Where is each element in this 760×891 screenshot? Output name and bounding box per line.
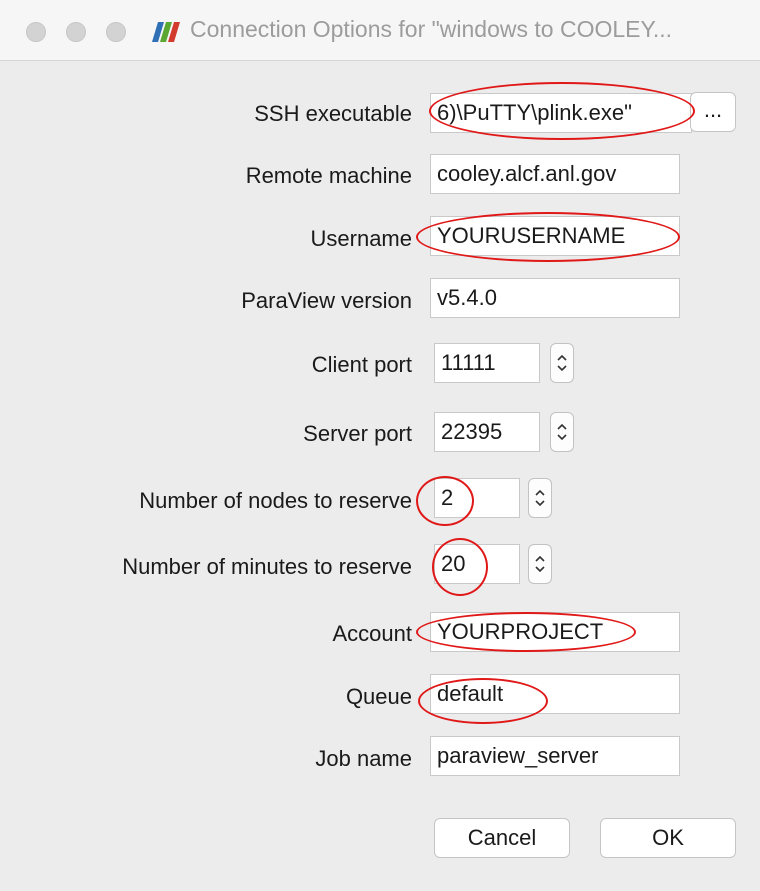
annotation-circle-minutes: [432, 538, 488, 596]
title-bar: Connection Options for "windows to COOLE…: [0, 0, 760, 61]
server-port-stepper[interactable]: [550, 412, 574, 452]
browse-ssh-button[interactable]: ...: [690, 92, 736, 132]
nodes-label: Number of nodes to reserve: [139, 488, 412, 513]
job-name-label: Job name: [315, 746, 412, 771]
ok-button[interactable]: OK: [600, 818, 736, 858]
minutes-stepper[interactable]: [528, 544, 552, 584]
annotation-circle-nodes: [416, 476, 474, 526]
client-port-stepper[interactable]: [550, 343, 574, 383]
client-port-label: Client port: [311, 352, 412, 377]
ssh-executable-label: SSH executable: [254, 101, 412, 126]
close-window-button[interactable]: [26, 22, 46, 42]
stepper-arrows-icon: [557, 423, 567, 441]
paraview-version-field[interactable]: v5.4.0: [430, 278, 680, 318]
job-name-field[interactable]: paraview_server: [430, 736, 680, 776]
cancel-button[interactable]: Cancel: [434, 818, 570, 858]
nodes-stepper[interactable]: [528, 478, 552, 518]
account-label: Account: [332, 621, 413, 646]
stepper-arrows-icon: [535, 489, 545, 507]
username-label: Username: [310, 226, 412, 251]
remote-machine-field[interactable]: cooley.alcf.anl.gov: [430, 154, 680, 194]
stepper-arrows-icon: [535, 555, 545, 573]
client-port-field[interactable]: 11111: [434, 343, 540, 383]
minimize-window-button[interactable]: [66, 22, 86, 42]
window-title: Connection Options for "windows to COOLE…: [190, 16, 673, 42]
remote-machine-label: Remote machine: [245, 163, 412, 188]
paraview-app-icon: [150, 20, 180, 44]
connection-options-dialog: Connection Options for "windows to COOLE…: [0, 0, 760, 891]
annotation-circle-account: [416, 612, 636, 652]
queue-label: Queue: [345, 684, 412, 709]
stepper-arrows-icon: [557, 354, 567, 372]
annotation-circle-queue: [418, 678, 548, 724]
server-port-label: Server port: [303, 421, 412, 446]
paraview-version-label: ParaView version: [241, 288, 412, 313]
annotation-circle-ssh: [429, 82, 695, 140]
zoom-window-button[interactable]: [106, 22, 126, 42]
server-port-field[interactable]: 22395: [434, 412, 540, 452]
minutes-label: Number of minutes to reserve: [122, 554, 412, 579]
annotation-circle-username: [416, 212, 680, 262]
